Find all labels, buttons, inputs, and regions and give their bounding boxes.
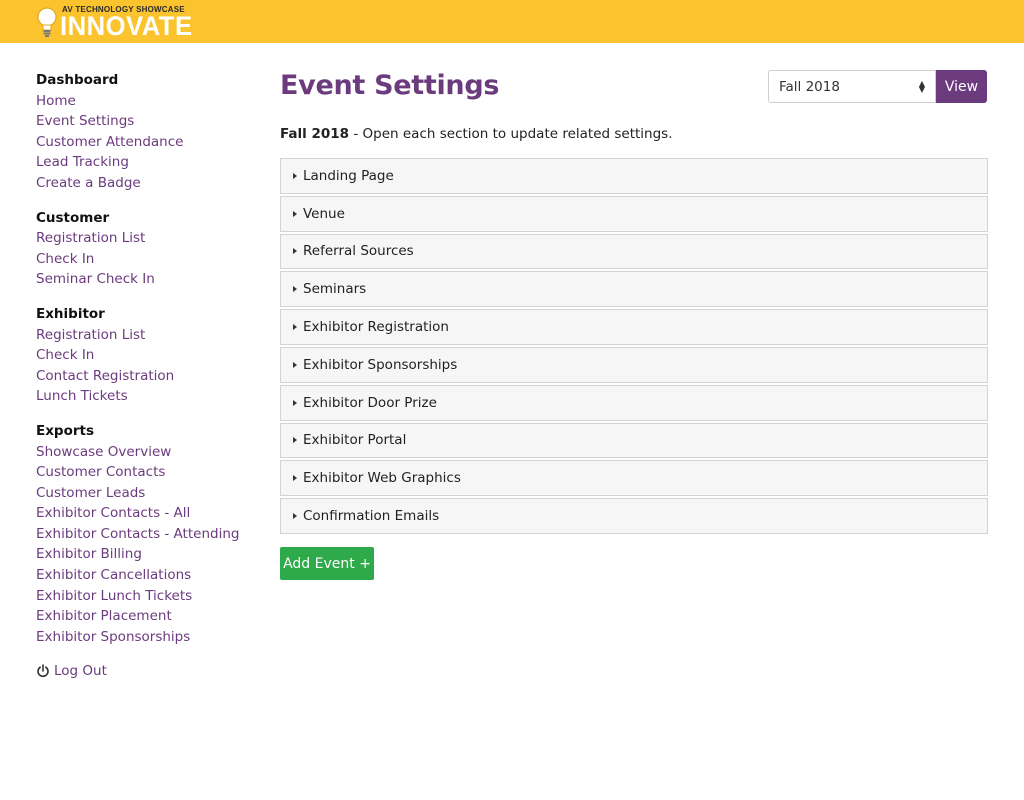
sidebar-heading: Exports <box>36 422 95 439</box>
caret-right-icon <box>293 475 297 482</box>
power-icon <box>37 664 49 678</box>
sidebar-heading: Dashboard <box>36 72 119 88</box>
sidebar-nav: Dashboard Home Event Settings Customer A… <box>36 70 256 681</box>
sidebar-item-exhibitor-contacts-all[interactable]: Exhibitor Contacts - All <box>36 503 256 524</box>
accordion-section-referral-sources[interactable]: Referral Sources <box>280 233 988 270</box>
caret-right-icon <box>293 210 297 217</box>
sidebar-item-exhibitor-contacts-attending[interactable]: Exhibitor Contacts - Attending <box>36 524 256 545</box>
section-label: Exhibitor Registration <box>303 319 449 336</box>
section-label: Seminars <box>303 281 367 298</box>
event-select-value: Fall 2018 <box>779 78 840 95</box>
page-title: Event Settings <box>280 70 500 101</box>
sidebar-item-customer-check-in[interactable]: Check In <box>36 249 256 270</box>
caret-right-icon <box>293 172 297 179</box>
sidebar-item-customer-leads[interactable]: Customer Leads <box>36 483 256 504</box>
logo-wordmark: INNOVATE <box>60 11 193 41</box>
caret-right-icon <box>293 513 297 520</box>
select-arrows-icon: ▲ ▼ <box>918 78 925 94</box>
sidebar-item-seminar-check-in[interactable]: Seminar Check In <box>36 269 256 290</box>
sidebar-item-customer-attendance[interactable]: Customer Attendance <box>36 132 256 153</box>
sidebar-item-customer-contacts[interactable]: Customer Contacts <box>36 462 256 483</box>
accordion-section-confirmation-emails[interactable]: Confirmation Emails <box>280 498 988 534</box>
caret-right-icon <box>293 324 297 331</box>
sidebar-heading: Customer <box>36 209 110 226</box>
accordion-section-venue[interactable]: Venue <box>280 195 988 232</box>
sidebar-item-event-settings[interactable]: Event Settings <box>36 111 256 132</box>
sidebar-group-exhibitor: Exhibitor Registration List Check In Con… <box>36 304 256 407</box>
section-label: Exhibitor Portal <box>303 432 407 449</box>
add-event-button[interactable]: Add Event + <box>280 547 374 580</box>
sidebar-group-customer: Customer Registration List Check In Semi… <box>36 208 256 290</box>
sidebar-item-exhibitor-lunch-tickets[interactable]: Exhibitor Lunch Tickets <box>36 586 256 607</box>
accordion-section-exhibitor-portal[interactable]: Exhibitor Portal <box>280 422 988 459</box>
lightbulb-icon <box>37 7 57 37</box>
sidebar-item-exhibitor-sponsorships[interactable]: Exhibitor Sponsorships <box>36 627 256 648</box>
sidebar-item-create-badge[interactable]: Create a Badge <box>36 173 256 194</box>
sidebar-item-home[interactable]: Home <box>36 91 256 112</box>
accordion-section-exhibitor-door-prize[interactable]: Exhibitor Door Prize <box>280 384 988 421</box>
sidebar-item-exhibitor-check-in[interactable]: Check In <box>36 345 256 366</box>
sidebar-item-showcase-overview[interactable]: Showcase Overview <box>36 442 256 463</box>
section-label: Exhibitor Door Prize <box>303 394 437 411</box>
top-header-bar: AV TECHNOLOGY SHOWCASE INNOVATE <box>0 0 1024 43</box>
subtitle-event: Fall 2018 <box>280 126 350 142</box>
sidebar-item-exhibitor-placement[interactable]: Exhibitor Placement <box>36 606 256 627</box>
accordion-section-exhibitor-sponsorships[interactable]: Exhibitor Sponsorships <box>280 346 988 383</box>
caret-right-icon <box>293 361 297 368</box>
sidebar-group-dashboard: Dashboard Home Event Settings Customer A… <box>36 70 256 194</box>
section-label: Exhibitor Sponsorships <box>303 356 458 373</box>
logout-label: Log Out <box>54 663 107 680</box>
event-select[interactable]: Fall 2018 ▲ ▼ <box>768 70 936 103</box>
caret-right-icon <box>293 248 297 255</box>
sidebar-item-exhibitor-registration-list[interactable]: Registration List <box>36 325 256 346</box>
section-label: Venue <box>303 205 345 222</box>
sidebar-item-lunch-tickets[interactable]: Lunch Tickets <box>36 386 256 407</box>
section-label: Exhibitor Web Graphics <box>303 470 461 487</box>
sidebar-item-lead-tracking[interactable]: Lead Tracking <box>36 152 256 173</box>
section-label: Referral Sources <box>303 243 414 260</box>
page-subtitle: Fall 2018 - Open each section to update … <box>280 126 673 142</box>
sidebar-heading: Exhibitor <box>36 305 105 322</box>
logout-link[interactable]: Log Out <box>36 661 256 681</box>
accordion-section-exhibitor-web-graphics[interactable]: Exhibitor Web Graphics <box>280 460 988 497</box>
accordion-section-landing-page[interactable]: Landing Page <box>280 158 988 194</box>
caret-right-icon <box>293 399 297 406</box>
subtitle-text: - Open each section to update related se… <box>349 126 673 142</box>
settings-accordion: Landing Page Venue Referral Sources Semi… <box>280 158 988 536</box>
section-label: Landing Page <box>303 167 394 184</box>
sidebar-item-exhibitor-cancellations[interactable]: Exhibitor Cancellations <box>36 565 256 586</box>
caret-right-icon <box>293 286 297 293</box>
section-label: Confirmation Emails <box>303 508 440 525</box>
sidebar-item-customer-registration-list[interactable]: Registration List <box>36 228 256 249</box>
sidebar-item-contact-registration[interactable]: Contact Registration <box>36 366 256 387</box>
caret-right-icon <box>293 437 297 444</box>
sidebar-item-exhibitor-billing[interactable]: Exhibitor Billing <box>36 544 256 565</box>
accordion-section-exhibitor-registration[interactable]: Exhibitor Registration <box>280 309 988 345</box>
view-button[interactable]: View <box>936 70 987 103</box>
accordion-section-seminars[interactable]: Seminars <box>280 271 988 308</box>
sidebar-group-exports: Exports Showcase Overview Customer Conta… <box>36 421 256 648</box>
